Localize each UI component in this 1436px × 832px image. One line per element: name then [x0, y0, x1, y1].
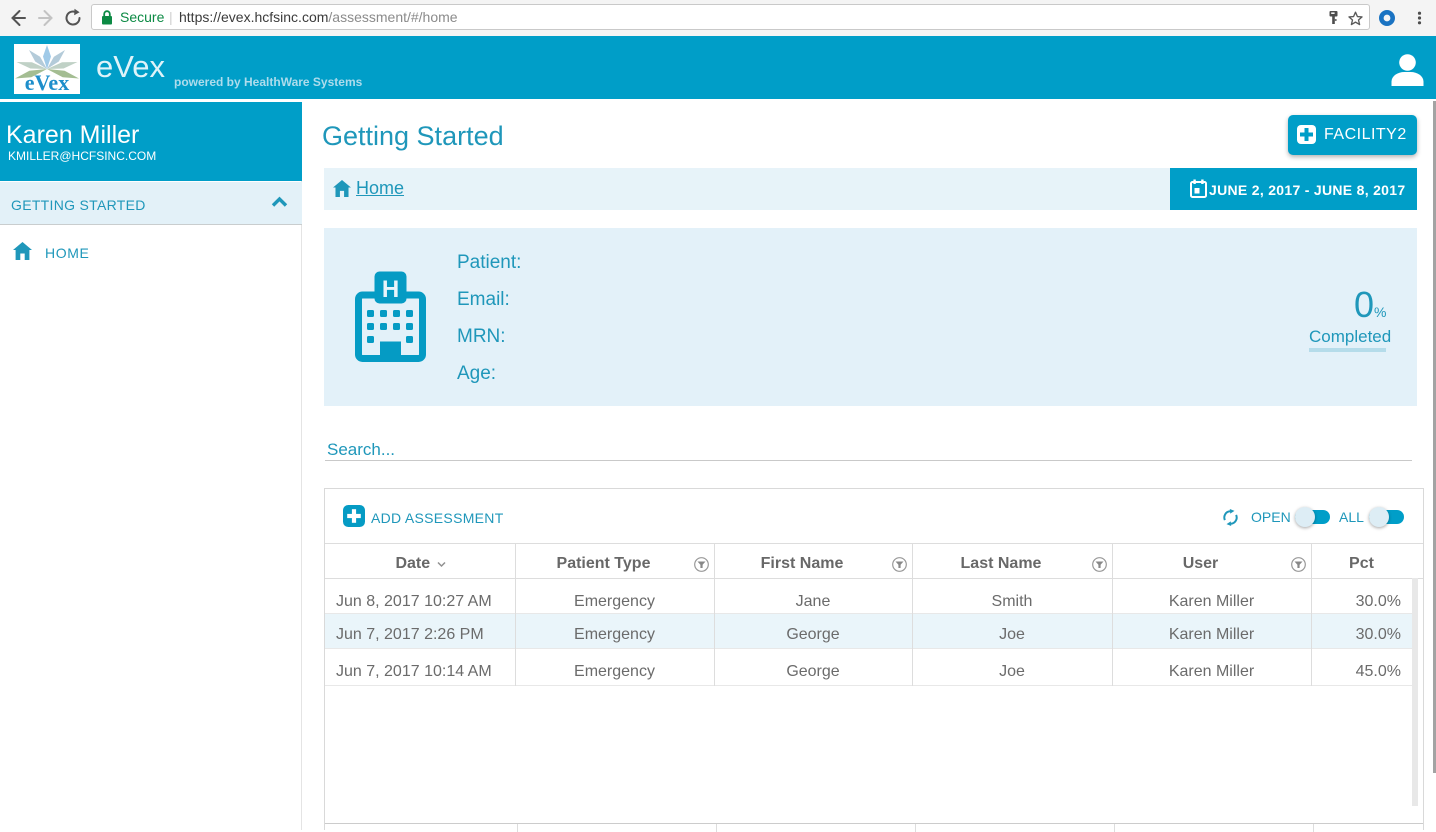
- svg-text:eVex: eVex: [25, 70, 69, 94]
- svg-text:H: H: [382, 276, 399, 303]
